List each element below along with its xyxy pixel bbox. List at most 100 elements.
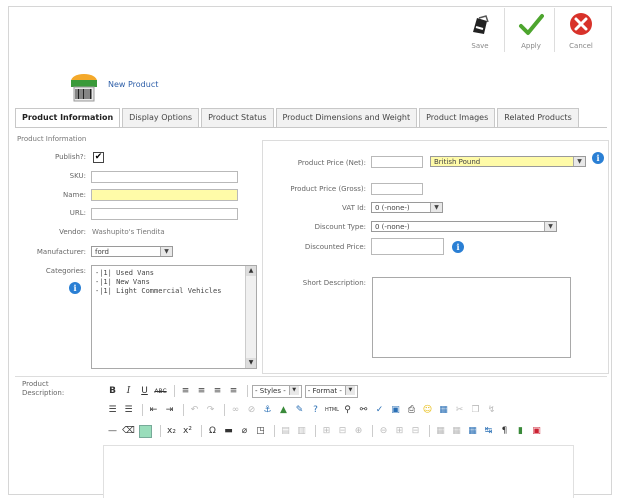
vendor-label: Vendor: (59, 228, 86, 236)
price-net-label: Product Price (Net): (297, 159, 366, 167)
paragraph-icon[interactable]: ¶ (498, 425, 511, 438)
url-label: URL: (69, 209, 86, 217)
save-button[interactable]: Save (462, 12, 498, 50)
tab-related-products[interactable]: Related Products (497, 108, 579, 127)
image-icon[interactable]: ▲ (277, 404, 290, 417)
insert-col-icon[interactable]: ⊞ (393, 425, 406, 438)
paste-icon[interactable]: ↯ (485, 404, 498, 417)
cancel-label: Cancel (569, 42, 593, 50)
tab-display-options[interactable]: Display Options (122, 108, 200, 127)
hr-icon[interactable]: ▬ (222, 425, 235, 438)
remove-format-icon[interactable]: ⌫ (122, 425, 135, 438)
align-center-icon[interactable]: ≡ (195, 385, 208, 398)
find-icon[interactable]: ⚲ (341, 404, 354, 417)
copy-icon[interactable]: ❐ (469, 404, 482, 417)
toolbar-divider (504, 8, 505, 52)
table-row-icon[interactable]: ▤ (279, 425, 292, 438)
publish-checkbox[interactable]: ✔ (93, 152, 104, 163)
indent-icon[interactable]: ⇥ (163, 404, 176, 417)
categories-listbox[interactable]: -|1| Used Vans -|1| New Vans -|1| Light … (91, 265, 257, 369)
strikethrough-icon[interactable]: ABC (154, 385, 167, 398)
merge-cells-icon[interactable]: ⊞ (320, 425, 333, 438)
bold-icon[interactable]: B (106, 385, 119, 398)
link-icon[interactable]: ∞ (229, 404, 242, 417)
tab-product-information[interactable]: Product Information (15, 108, 121, 128)
scroll-up-icon[interactable]: ▲ (246, 266, 256, 276)
redo-icon[interactable]: ↷ (204, 404, 217, 417)
name-input[interactable] (91, 189, 238, 201)
list-item[interactable]: -|1| Light Commercial Vehicles (92, 287, 256, 296)
unlink-icon[interactable]: ⊘ (245, 404, 258, 417)
anchor-icon[interactable]: ⚓ (261, 404, 274, 417)
outdent-icon[interactable]: ⇤ (147, 404, 160, 417)
manufacturer-label: Manufacturer: (36, 248, 86, 256)
short-description-textarea[interactable] (372, 277, 571, 358)
format-select[interactable]: - Format - ▼ (304, 384, 358, 398)
table-col-icon[interactable]: ▥ (295, 425, 308, 438)
bullet-list-icon[interactable]: ☰ (106, 404, 119, 417)
template-icon[interactable]: ▣ (530, 425, 543, 438)
print-icon[interactable]: ⎙ (405, 404, 418, 417)
discounted-price-input[interactable] (371, 238, 444, 255)
html-icon[interactable]: HTML (325, 404, 339, 417)
list-item[interactable]: -|1| New Vans (92, 278, 256, 287)
replace-icon[interactable]: ⚯ (357, 404, 370, 417)
cell-props-icon[interactable]: ▦ (450, 425, 463, 438)
delete-col-icon[interactable]: ⊟ (409, 425, 422, 438)
subscript-icon[interactable]: x₂ (165, 425, 178, 438)
tab-product-images[interactable]: Product Images (419, 108, 496, 127)
superscript-icon[interactable]: x² (181, 425, 194, 438)
sku-input[interactable] (91, 171, 238, 183)
insert-row-icon[interactable]: ⊕ (352, 425, 365, 438)
horizontal-rule-icon[interactable]: — (106, 425, 119, 438)
info-icon[interactable]: i (592, 152, 604, 164)
discount-type-value: 0 (-none-) (375, 223, 410, 231)
cancel-button[interactable]: Cancel (563, 12, 599, 50)
spellcheck-icon[interactable]: ✓ (373, 404, 386, 417)
table-icon[interactable]: ▦ (437, 404, 450, 417)
direction-icon[interactable]: ↹ (482, 425, 495, 438)
scrollbar[interactable]: ▲ ▼ (245, 266, 256, 368)
tab-bar: Product Information Display Options Prod… (15, 108, 579, 128)
align-justify-icon[interactable]: ≡ (227, 385, 240, 398)
media-icon[interactable]: ▣ (389, 404, 402, 417)
help-icon[interactable]: ? (309, 404, 322, 417)
apply-button[interactable]: Apply (513, 12, 549, 50)
undo-icon[interactable]: ↶ (188, 404, 201, 417)
fullscreen-icon[interactable]: ▮ (514, 425, 527, 438)
no-break-icon[interactable]: ⌀ (238, 425, 251, 438)
info-icon[interactable]: i (69, 282, 81, 294)
section-divider (15, 376, 607, 377)
scroll-down-icon[interactable]: ▼ (246, 358, 256, 368)
currency-select[interactable]: British Pound ▼ (430, 156, 586, 167)
vat-select[interactable]: 0 (-none-) ▼ (371, 202, 443, 213)
cut-icon[interactable]: ✂ (453, 404, 466, 417)
special-char-icon[interactable]: Ω (206, 425, 219, 438)
manufacturer-select[interactable]: ford ▼ (91, 246, 173, 257)
align-left-icon[interactable]: ≡ (179, 385, 192, 398)
product-description-editor[interactable] (103, 445, 574, 498)
italic-icon[interactable]: I (122, 385, 135, 398)
toolbar-separator (142, 404, 143, 416)
split-cells-icon[interactable]: ⊟ (336, 425, 349, 438)
visual-aid-icon[interactable] (139, 424, 152, 438)
tab-product-status[interactable]: Product Status (201, 108, 274, 127)
discount-type-label: Discount Type: (314, 223, 366, 231)
align-right-icon[interactable]: ≡ (211, 385, 224, 398)
price-gross-input[interactable] (371, 183, 423, 195)
numbered-list-icon[interactable]: ☰ (122, 404, 135, 417)
list-item[interactable]: -|1| Used Vans (92, 269, 256, 278)
cleanup-icon[interactable]: ✎ (293, 404, 306, 417)
underline-icon[interactable]: U (138, 385, 151, 398)
price-net-input[interactable] (371, 156, 423, 168)
layer-icon[interactable]: ◳ (254, 425, 267, 438)
emoticon-icon[interactable]: ☺ (421, 404, 434, 417)
table-props-icon[interactable]: ▦ (434, 425, 447, 438)
row-props-icon[interactable]: ▦ (466, 425, 479, 438)
tab-dimensions-weight[interactable]: Product Dimensions and Weight (275, 108, 418, 127)
info-icon[interactable]: i (452, 241, 464, 253)
discount-type-select[interactable]: 0 (-none-) ▼ (371, 221, 557, 232)
url-input[interactable] (91, 208, 238, 220)
styles-select[interactable]: - Styles - ▼ (252, 384, 302, 398)
delete-row-icon[interactable]: ⊖ (377, 425, 390, 438)
